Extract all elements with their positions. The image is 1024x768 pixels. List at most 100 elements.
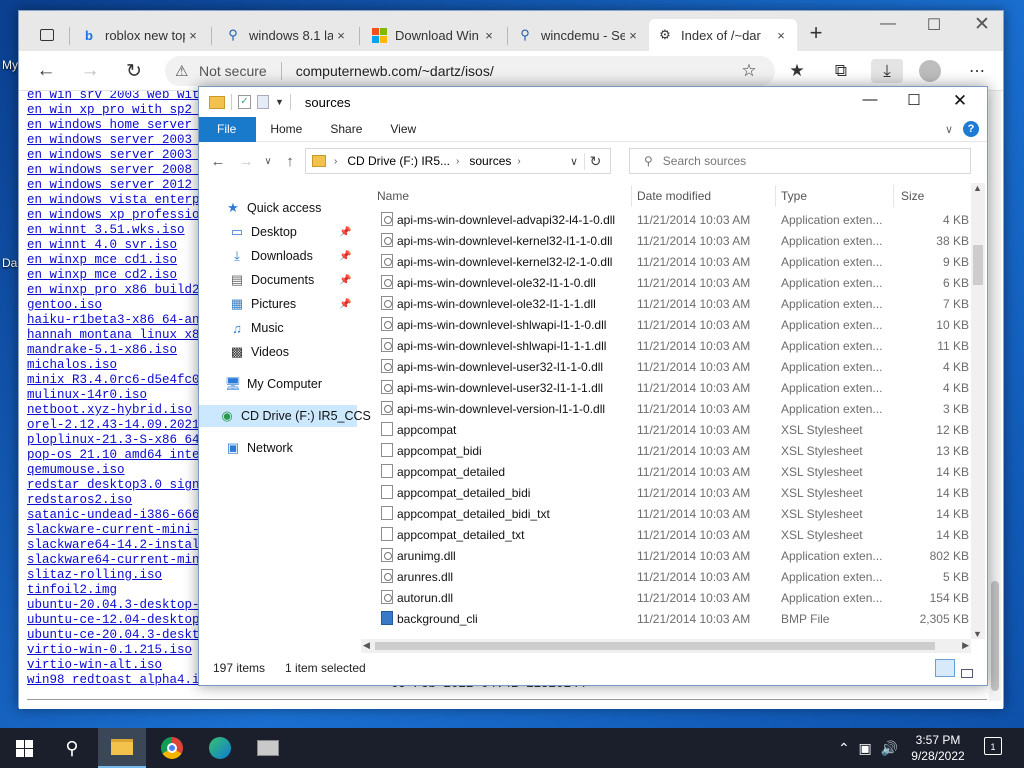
file-row[interactable]: appcompat_detailed 11/21/2014 10:03 AM XSL… (375, 461, 971, 482)
desktop-icon-label[interactable]: My (2, 58, 18, 72)
file-row[interactable]: autorun.dll 11/21/2014 10:03 AM Applicatio… (375, 587, 971, 608)
file-row[interactable]: api-ms-win-downlevel-user32-l1-1-0.dll 11… (375, 356, 971, 377)
nav-item-pictures[interactable]: ▦ Pictures 📌 (229, 293, 357, 315)
file-row[interactable]: background_cli 11/21/2014 10:03 AM BMP Fil… (375, 608, 971, 629)
nav-item-desktop[interactable]: ▭ Desktop 📌 (229, 221, 357, 243)
iso-file-link[interactable]: redstar_desktop3.0_sign. (27, 478, 215, 493)
network-icon[interactable]: ▣ (859, 740, 872, 757)
file-list-hscrollbar-thumb[interactable] (375, 642, 935, 650)
chevron-right-icon[interactable]: › (334, 156, 337, 167)
iso-file-link[interactable]: minix_R3.4.0rc6-d5e4fc0. (27, 373, 215, 388)
edge-taskbar-button[interactable] (196, 728, 244, 768)
start-button[interactable] (0, 728, 48, 768)
browser-maximize-button[interactable]: ☐ (911, 15, 957, 35)
iso-file-link[interactable]: haiku-r1beta3-x86_64-any (27, 313, 215, 328)
file-row[interactable]: appcompat_detailed_bidi 11/21/2014 10:03 … (375, 482, 971, 503)
tab-roblox[interactable]: b roblox new top × (73, 19, 209, 51)
scroll-down-icon[interactable]: ▼ (973, 629, 982, 639)
file-row[interactable]: api-ms-win-downlevel-shlwapi-l1-1-0.dll 1… (375, 314, 971, 335)
column-divider[interactable] (631, 185, 632, 207)
volume-icon[interactable]: 🔊 (881, 740, 898, 757)
notification-center-icon[interactable]: 1 (984, 737, 1002, 755)
iso-file-link[interactable]: slackware64-current-mini (27, 553, 215, 568)
file-list-scrollbar-thumb[interactable] (973, 245, 983, 285)
file-row[interactable]: api-ms-win-downlevel-ole32-l1-1-0.dll 11/… (375, 272, 971, 293)
iso-file-link[interactable]: hannah_montana_linux_x86 (27, 328, 215, 343)
iso-file-link[interactable]: orel-2.12.43-14.09.2021_ (27, 418, 215, 433)
iso-file-link[interactable]: tinfoil2.img (27, 583, 215, 598)
tab-wincdemu[interactable]: ⚲ wincdemu - Se × (509, 19, 649, 51)
address-bar[interactable]: ⚠ Not secure computernewb.com/~dartz/iso… (165, 56, 775, 86)
pin-icon[interactable]: 📌 (339, 275, 351, 286)
file-row[interactable]: appcompat_detailed_bidi_txt 11/21/2014 10… (375, 503, 971, 524)
column-size[interactable]: Size (901, 189, 924, 203)
file-row[interactable]: api-ms-win-downlevel-advapi32-l4-1-0.dll… (375, 209, 971, 230)
nav-item-downloads[interactable]: ⤓ Downloads 📌 (229, 245, 357, 267)
refresh-button[interactable]: ↻ (119, 59, 149, 83)
page-scrollbar[interactable] (989, 91, 1001, 701)
details-view-icon[interactable] (935, 659, 955, 677)
search-placeholder[interactable]: Search sources (663, 154, 746, 168)
tab-actions-button[interactable] (27, 19, 67, 51)
file-list-hscrollbar[interactable]: ◀ ▶ (361, 639, 971, 653)
iso-file-link[interactable]: ubuntu-ce-12.04-desktop- (27, 613, 215, 628)
file-row[interactable]: arunres.dll 11/21/2014 10:03 AM Applicatio… (375, 566, 971, 587)
iso-file-link[interactable]: netboot.xyz-hybrid.iso (27, 403, 215, 418)
nav-item-cd-drive-f-ir5-ccs[interactable]: ◉ CD Drive (F:) IR5_CCS (199, 405, 371, 427)
iso-file-link[interactable]: gentoo.iso (27, 298, 215, 313)
pin-icon[interactable]: 📌 (339, 227, 351, 238)
url-text[interactable]: computernewb.com/~dartz/isos/ (296, 63, 494, 79)
tab-index-of-dartz[interactable]: ⚙ Index of /~dar × (649, 19, 797, 51)
column-divider[interactable] (893, 185, 894, 207)
favorites-icon[interactable]: ★ (783, 59, 811, 83)
desktop-icon-label[interactable]: Da (2, 256, 17, 270)
up-arrow-icon[interactable]: ↑ (279, 153, 301, 170)
explorer-maximize-button[interactable]: ☐ (891, 91, 937, 109)
file-row[interactable]: api-ms-win-downlevel-user32-l1-1-1.dll 11… (375, 377, 971, 398)
expand-ribbon-icon[interactable]: ∨ (945, 123, 953, 136)
address-breadcrumb[interactable]: › CD Drive (F:) IR5... › sources › ∨ ↻ (305, 148, 611, 174)
file-row[interactable]: api-ms-win-downlevel-kernel32-l2-1-0.dll… (375, 251, 971, 272)
iso-file-link[interactable]: en_winnt_4.0_svr.iso (27, 238, 215, 253)
file-row[interactable]: api-ms-win-downlevel-kernel32-l1-1-0.dll… (375, 230, 971, 251)
back-arrow-icon[interactable]: ← (207, 153, 229, 170)
iso-file-link[interactable]: en_win_xp_pro_with_sp2_v (27, 103, 215, 118)
iso-file-link[interactable]: mulinux-14r0.iso (27, 388, 215, 403)
file-explorer-taskbar-button[interactable] (98, 728, 146, 768)
iso-file-link[interactable]: virtio-win-0.1.215.iso (27, 643, 215, 658)
file-row[interactable]: appcompat 11/21/2014 10:03 AM XSL Styleshe… (375, 419, 971, 440)
search-box[interactable]: ⚲ Search sources (629, 148, 971, 174)
refresh-icon[interactable]: ↻ (584, 152, 606, 170)
explorer-close-button[interactable]: ✕ (937, 91, 983, 111)
iso-file-link[interactable]: en_windows_server_2003_c (27, 148, 215, 163)
file-list-scrollbar[interactable]: ▲ ▼ (971, 183, 985, 639)
new-tab-button[interactable]: + (799, 17, 833, 49)
nav-item-videos[interactable]: ▩ Videos (229, 341, 357, 363)
iso-file-link[interactable]: slitaz-rolling.iso (27, 568, 215, 583)
pin-icon[interactable]: 📌 (339, 299, 351, 310)
nav-item-quick-access[interactable]: ★ Quick access (225, 197, 357, 219)
breadcrumb-cd-drive[interactable]: CD Drive (F:) IR5... (347, 154, 450, 168)
iso-file-link[interactable]: en_windows_home_server_i (27, 118, 215, 133)
tab-windows-81[interactable]: ⚲ windows 8.1 la × (217, 19, 357, 51)
iso-file-link[interactable]: michalos.iso (27, 358, 215, 373)
new-folder-icon[interactable] (257, 95, 269, 109)
iso-file-link[interactable]: ploplinux-21.3-S-x86_64. (27, 433, 215, 448)
profile-avatar[interactable] (919, 60, 941, 82)
scroll-up-icon[interactable]: ▲ (973, 183, 982, 193)
column-divider[interactable] (775, 185, 776, 207)
close-tab-icon[interactable]: × (773, 28, 789, 43)
nav-item-music[interactable]: ♫ Music (229, 317, 357, 339)
ribbon-tab-file[interactable]: File (199, 116, 257, 142)
iso-file-link[interactable]: en_winxp_mce_cd2.iso (27, 268, 215, 283)
iso-file-link[interactable]: pop-os_21.10_amd64_intel (27, 448, 215, 463)
ribbon-tab-home[interactable]: Home (256, 117, 316, 142)
iso-file-link[interactable]: slackware-current-mini-i (27, 523, 215, 538)
collections-icon[interactable]: ⧉ (827, 59, 855, 83)
close-tab-icon[interactable]: × (333, 28, 349, 43)
iso-file-link[interactable]: en_winnt_3.51.wks.iso (27, 223, 215, 238)
close-tab-icon[interactable]: × (625, 28, 641, 43)
customize-toolbar-icon[interactable]: ▼ (275, 97, 284, 107)
file-row[interactable]: api-ms-win-downlevel-ole32-l1-1-1.dll 11/… (375, 293, 971, 314)
iso-file-link[interactable]: en_windows_server_2003_c (27, 133, 215, 148)
